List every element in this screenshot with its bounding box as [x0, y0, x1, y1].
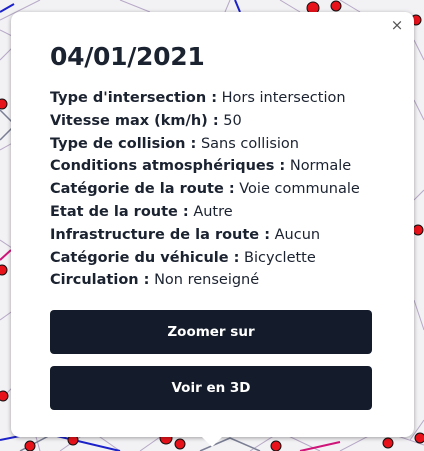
accident-marker — [0, 98, 8, 110]
popup-title: 04/01/2021 — [50, 42, 205, 71]
field-key: Etat de la route : — [50, 203, 189, 220]
accident-marker — [414, 432, 424, 444]
field-key: Conditions atmosphériques : — [50, 158, 286, 175]
accident-marker — [0, 390, 9, 402]
accident-marker — [382, 437, 394, 449]
field-value: Autre — [193, 203, 233, 220]
accident-marker — [0, 264, 8, 276]
close-icon[interactable]: × — [388, 16, 406, 34]
field-key: Catégorie de la route : — [50, 181, 235, 198]
field-value: Hors intersection — [221, 90, 346, 106]
accident-details: Type d'intersection : Hors intersection … — [50, 87, 405, 292]
field-value: Sans collision — [200, 135, 299, 152]
field-key: Circulation : — [50, 272, 150, 289]
accident-marker — [330, 0, 342, 12]
field-value: Bicyclette — [244, 249, 316, 266]
field-key: Catégorie du véhicule : — [50, 249, 240, 266]
field-value: Aucun — [274, 226, 321, 243]
field-key: Type d'intersection : — [50, 90, 218, 106]
field-intersection-type: Type d'intersection : Hors intersection — [50, 87, 405, 110]
field-collision-type: Type de collision : Sans collision — [50, 133, 405, 156]
field-value: Normale — [289, 158, 352, 175]
field-key: Type de collision : — [50, 135, 197, 152]
field-value: Non renseigné — [154, 272, 260, 289]
accident-marker — [24, 440, 36, 451]
popup-tip — [202, 437, 222, 447]
field-max-speed: Vitesse max (km/h) : 50 — [50, 110, 405, 133]
accident-popup: × 04/01/2021 Type d'intersection : Hors … — [11, 12, 414, 437]
zoom-to-button[interactable]: Zoomer sur — [50, 310, 372, 354]
view-3d-button[interactable]: Voir en 3D — [50, 366, 372, 410]
accident-marker — [174, 438, 186, 450]
field-value: 50 — [223, 112, 242, 129]
field-vehicle-category: Catégorie du véhicule : Bicyclette — [50, 247, 405, 270]
field-road-condition: Etat de la route : Autre — [50, 201, 405, 224]
accident-marker — [270, 440, 282, 451]
field-road-infrastructure: Infrastructure de la route : Aucun — [50, 224, 405, 247]
field-weather-conditions: Conditions atmosphériques : Normale — [50, 155, 405, 178]
field-value: Voie communale — [239, 181, 360, 198]
field-traffic: Circulation : Non renseigné — [50, 269, 405, 292]
field-road-category: Catégorie de la route : Voie communale — [50, 178, 405, 201]
accident-marker — [412, 224, 424, 236]
field-key: Vitesse max (km/h) : — [50, 112, 219, 129]
field-key: Infrastructure de la route : — [50, 226, 270, 243]
